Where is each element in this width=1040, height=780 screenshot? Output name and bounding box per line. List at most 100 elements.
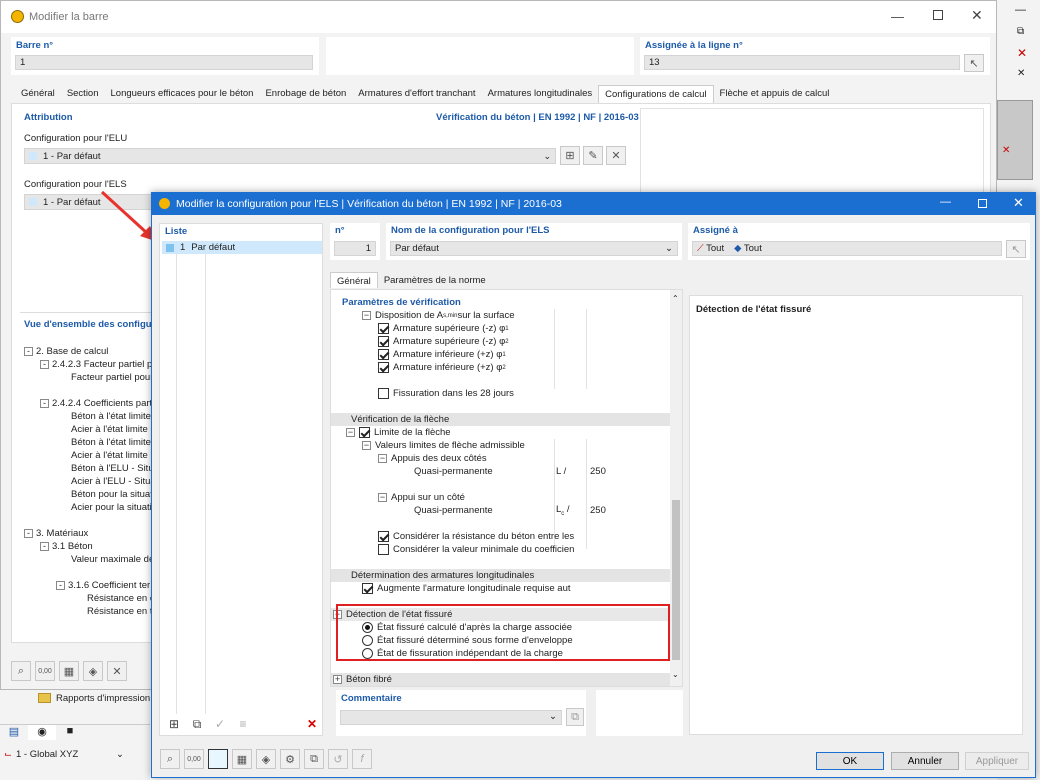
collapse-icon[interactable]: - [40, 542, 49, 551]
tab-general[interactable]: Général [330, 272, 378, 288]
overview-tree-item[interactable]: Résistance en co [72, 592, 160, 605]
back-tab-1[interactable]: Section [61, 85, 105, 103]
delete-tool-icon[interactable]: ✕ [107, 661, 127, 681]
overview-tree-item[interactable]: Acier pour la situati [56, 501, 160, 514]
collapse-icon[interactable]: − [362, 311, 371, 320]
fissuration-row[interactable]: Fissuration dans les 28 jours [378, 387, 514, 400]
overview-tree-item[interactable]: Béton pour la situati [56, 488, 160, 501]
overview-tree-item[interactable]: -2. Base de calcul [24, 345, 160, 358]
armature-row[interactable]: Armature inférieure (+z) φ2 [378, 361, 506, 374]
back-tab-6[interactable]: Configurations de calcul [598, 85, 714, 103]
armature-checkbox[interactable] [378, 336, 389, 347]
overview-tree-item[interactable]: -3. Matériaux [24, 527, 160, 540]
search-icon[interactable]: ⌕ [160, 749, 180, 769]
overview-tree-item[interactable] [56, 566, 160, 579]
considerer1-row[interactable]: Considérer la résistance du béton entre … [378, 530, 585, 543]
comment-input[interactable]: ⌄ [340, 710, 562, 725]
considerer2-checkbox[interactable] [378, 544, 389, 555]
collapse-icon[interactable]: − [378, 454, 387, 463]
back-tab-2[interactable]: Longueurs efficaces pour le béton [105, 85, 260, 103]
quasi2-value[interactable]: 250 [590, 505, 606, 516]
overview-tree-item[interactable]: -2.4.2.4 Coefficients parti [40, 397, 160, 410]
collapse-icon[interactable]: − [346, 428, 355, 437]
back-tab-5[interactable]: Armatures longitudinales [482, 85, 599, 103]
overview-tree-item[interactable]: Valeur maximale de [56, 553, 160, 566]
name-select[interactable]: Par défaut ⌄ [390, 241, 678, 256]
armature-row[interactable]: Armature supérieure (-z) φ1 [378, 322, 509, 335]
overview-tree-item[interactable]: Résistance en tr [72, 605, 160, 618]
back-tab-4[interactable]: Armatures d'effort tranchant [352, 85, 481, 103]
assignee-field[interactable]: 13 [644, 55, 960, 70]
model-icon[interactable]: ▦ [232, 749, 252, 769]
limite-fleche-checkbox[interactable] [359, 427, 370, 438]
limite-fleche-row[interactable]: − Limite de la flèche [346, 426, 451, 439]
collapse-icon[interactable]: - [40, 360, 49, 369]
armature-row[interactable]: Armature supérieure (-z) φ2 [378, 335, 509, 348]
overview-tree-item[interactable]: -3.1 Béton [40, 540, 160, 553]
edit-config-button[interactable]: ✎ [583, 146, 603, 165]
dialog-minimize-icon[interactable]: — [940, 196, 951, 208]
data-tab-icon[interactable]: ▤ [0, 725, 28, 740]
overview-tree-item[interactable]: Béton à l'ELU - Situat [56, 462, 160, 475]
overview-tree-item[interactable] [56, 514, 160, 527]
new-config-button[interactable]: ⊞ [560, 146, 580, 165]
appliquer-button[interactable]: Appliquer [965, 752, 1029, 770]
params-scrollbar[interactable]: ⌃ ⌄ [670, 290, 682, 686]
assign-pick-button[interactable]: ↖ [1006, 240, 1026, 258]
armature-row[interactable]: Armature inférieure (+z) φ1 [378, 348, 506, 361]
settings-icon[interactable]: ⚙ [280, 749, 300, 769]
maximize-icon[interactable] [933, 10, 943, 20]
overview-tree-item[interactable]: Acier à l'état limite u [56, 449, 160, 462]
print-reports-label[interactable]: Rapports d'impression [56, 693, 150, 704]
collapse-icon[interactable]: - [56, 581, 65, 590]
overview-tree-item[interactable]: -3.1.6 Coefficient ter [56, 579, 160, 592]
annuler-button[interactable]: Annuler [891, 752, 959, 770]
dialog-close-icon[interactable]: ✕ [1013, 195, 1024, 211]
display-tab-icon[interactable]: ◉ [28, 725, 56, 740]
delete-config-button[interactable]: ✕ [606, 146, 626, 165]
minimize-app-icon[interactable]: — [1015, 4, 1026, 16]
back-tab-0[interactable]: Général [15, 85, 61, 103]
close-doc-icon[interactable]: ✕ [1017, 46, 1027, 60]
collapse-icon[interactable]: − [362, 441, 371, 450]
tab-parametres-norme[interactable]: Paramètres de la norme [378, 272, 492, 288]
minimize-icon[interactable]: — [891, 9, 904, 24]
new-item-icon[interactable]: ⊞ [164, 714, 184, 734]
model-tool-icon[interactable]: ▦ [59, 661, 79, 681]
check-all-icon[interactable]: ✓ [210, 714, 230, 734]
units-tool-icon[interactable]: 0,00 [35, 661, 55, 681]
close-icon[interactable]: ✕ [971, 7, 983, 24]
augmente-checkbox[interactable] [362, 583, 373, 594]
display-icon[interactable]: ◈ [256, 749, 276, 769]
search-tool-icon[interactable]: ⌕ [11, 661, 31, 681]
dialog-maximize-icon[interactable] [978, 199, 987, 208]
scroll-thumb[interactable] [672, 500, 680, 660]
units-icon[interactable]: 0,00 [184, 749, 204, 769]
copy-icon[interactable]: ⧉ [304, 749, 324, 769]
overview-tree-item[interactable]: Béton à l'état limite [56, 410, 160, 423]
overview-tree-item[interactable]: Facteur partiel pour [56, 371, 160, 384]
assigned-field[interactable]: ⟋ Tout ◆ Tout [692, 241, 1002, 256]
comment-edit-button[interactable]: ⧉ [566, 708, 584, 726]
back-tab-7[interactable]: Flèche et appuis de calcul [714, 85, 836, 103]
delete-item-icon[interactable]: ✕ [302, 714, 322, 734]
augmente-row[interactable]: Augmente l'armature longitudinale requis… [362, 582, 577, 595]
collapse-icon[interactable]: - [24, 529, 33, 538]
overview-tree-item[interactable]: Béton à l'état limite [56, 436, 160, 449]
quasi1-value[interactable]: 250 [590, 466, 606, 477]
list-item-selected[interactable]: 1 Par défaut [162, 241, 322, 254]
reset-icon[interactable]: ↺ [328, 749, 348, 769]
armature-checkbox[interactable] [378, 349, 389, 360]
view-select[interactable]: ⌙ 1 - Global XYZ ⌄ [4, 746, 124, 762]
armature-checkbox[interactable] [378, 362, 389, 373]
copy-item-icon[interactable]: ⧉ [187, 714, 207, 734]
overview-tree-item[interactable]: Acier à l'état limite u [56, 423, 160, 436]
view-tool-icon[interactable]: ◈ [83, 661, 103, 681]
expand-icon[interactable]: + [333, 675, 342, 684]
fissuration-checkbox[interactable] [378, 388, 389, 399]
n-field[interactable]: 1 [334, 241, 376, 256]
restore-app-icon[interactable]: ⧉ [1017, 26, 1024, 37]
overview-tree-item[interactable]: Acier à l'ELU - Situat [56, 475, 160, 488]
overview-tree-item[interactable]: -2.4.2.3 Facteur partiel p [40, 358, 160, 371]
considerer2-row[interactable]: Considérer la valeur minimale du coeffic… [378, 543, 585, 556]
